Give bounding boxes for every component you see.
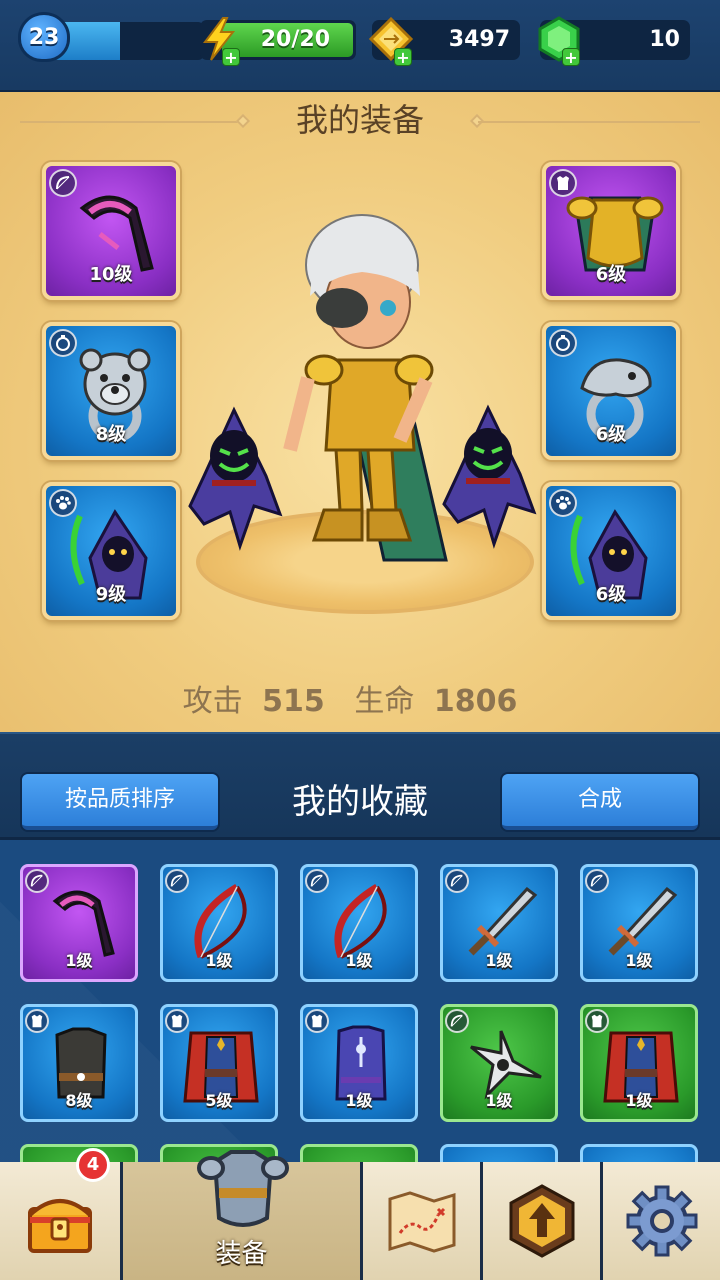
equip-slot-armor[interactable]: 6级 (542, 162, 680, 300)
equip-slot-pet-2[interactable]: 6级 (542, 482, 680, 620)
collection-title: 我的收藏 (292, 782, 428, 822)
notification-badge: 4 (76, 1148, 110, 1182)
collection-item[interactable]: 1级 (440, 1004, 558, 1122)
gold-value: 3497 (448, 27, 510, 52)
hero-character (283, 214, 448, 562)
tab-label: 装备 (215, 1239, 268, 1269)
hp-value: 1806 (433, 684, 518, 719)
item-level: 6级 (595, 424, 627, 445)
item-level: 8级 (65, 1091, 93, 1110)
energy-counter[interactable]: + 20/20 (200, 17, 356, 67)
attack-label: 攻击 (182, 684, 243, 719)
level-badge: 23 (18, 12, 70, 62)
xp-bar (52, 22, 204, 60)
top-resource-bar: 23 + 20/20 + 3497 + 10 (0, 0, 720, 92)
tab-map[interactable] (360, 1162, 480, 1280)
gold-counter[interactable]: + 3497 (368, 16, 520, 67)
tab-equipment[interactable]: 装备 (120, 1150, 360, 1280)
item-level: 10级 (89, 264, 133, 285)
collection-item[interactable]: 1级 (300, 1004, 418, 1122)
gem-counter[interactable]: + 10 (538, 16, 690, 67)
item-level: 1级 (485, 951, 513, 970)
collection-item[interactable]: 1级 (160, 864, 278, 982)
collection-item-partial[interactable] (440, 1144, 558, 1162)
equipment-title: 我的装备 (295, 101, 424, 139)
attack-value: 515 (262, 684, 325, 719)
hp-label: 生命 (354, 684, 415, 719)
tab-upgrade[interactable] (480, 1162, 600, 1280)
item-level: 1级 (205, 951, 233, 970)
equipment-panel: 我的装备 10级 8级 9级 6级 6级 6级 攻击 515 生命 1806 (0, 92, 720, 732)
bottom-nav: 4 装备 (0, 1148, 720, 1280)
hero-stats: 攻击 515 生命 1806 (0, 676, 720, 720)
item-level: 1级 (625, 951, 653, 970)
plus-icon[interactable]: + (562, 48, 580, 67)
equip-slot-weapon[interactable]: 10级 (42, 162, 180, 300)
merge-button[interactable]: 合成 (502, 774, 698, 830)
item-level: 1级 (65, 951, 93, 970)
player-level[interactable]: 23 (18, 12, 204, 62)
equip-slot-ring-2[interactable]: 6级 (542, 322, 680, 460)
item-level: 1级 (345, 951, 373, 970)
tab-settings[interactable] (600, 1162, 720, 1280)
collection-item-partial[interactable] (300, 1144, 418, 1162)
collection-grid: 1级 1级 1级 1级 1级 8级 5级 1级 1级 1级 (0, 840, 720, 1162)
plus-icon[interactable]: + (222, 48, 240, 67)
item-level: 1级 (345, 1091, 373, 1110)
equip-slot-pet-1[interactable]: 9级 (42, 482, 180, 620)
collection-item[interactable]: 5级 (160, 1004, 278, 1122)
item-level: 8级 (95, 424, 127, 445)
gear-icon (626, 1185, 697, 1257)
item-level: 1级 (625, 1091, 653, 1110)
collection-item[interactable]: 1级 (580, 864, 698, 982)
energy-value: 20/20 (260, 27, 330, 52)
sort-by-quality-button[interactable]: 按品质排序 (22, 774, 218, 830)
collection-item[interactable]: 1级 (300, 864, 418, 982)
equip-slot-ring-1[interactable]: 8级 (42, 322, 180, 460)
gem-value: 10 (649, 27, 680, 52)
treasure-chest-icon (28, 1199, 92, 1253)
item-level: 1级 (485, 1091, 513, 1110)
title-divider-right (478, 121, 700, 123)
item-level: 5级 (205, 1091, 233, 1110)
plus-icon[interactable]: + (394, 48, 412, 67)
collection-header: 按品质排序 我的收藏 合成 (0, 732, 720, 840)
treasure-map-icon (388, 1191, 455, 1253)
collection-item-partial[interactable] (580, 1144, 698, 1162)
upgrade-arrow-icon (509, 1184, 574, 1258)
item-level: 6级 (595, 584, 627, 605)
tab-chest[interactable]: 4 (0, 1148, 120, 1280)
item-level: 9级 (95, 584, 127, 605)
collection-item[interactable]: 8级 (20, 1004, 138, 1122)
item-level: 6级 (595, 264, 627, 285)
collection-item[interactable]: 1级 (440, 864, 558, 982)
armor-icon (197, 1150, 289, 1227)
collection-item[interactable]: 1级 (580, 1004, 698, 1122)
collection-item[interactable]: 1级 (20, 864, 138, 982)
